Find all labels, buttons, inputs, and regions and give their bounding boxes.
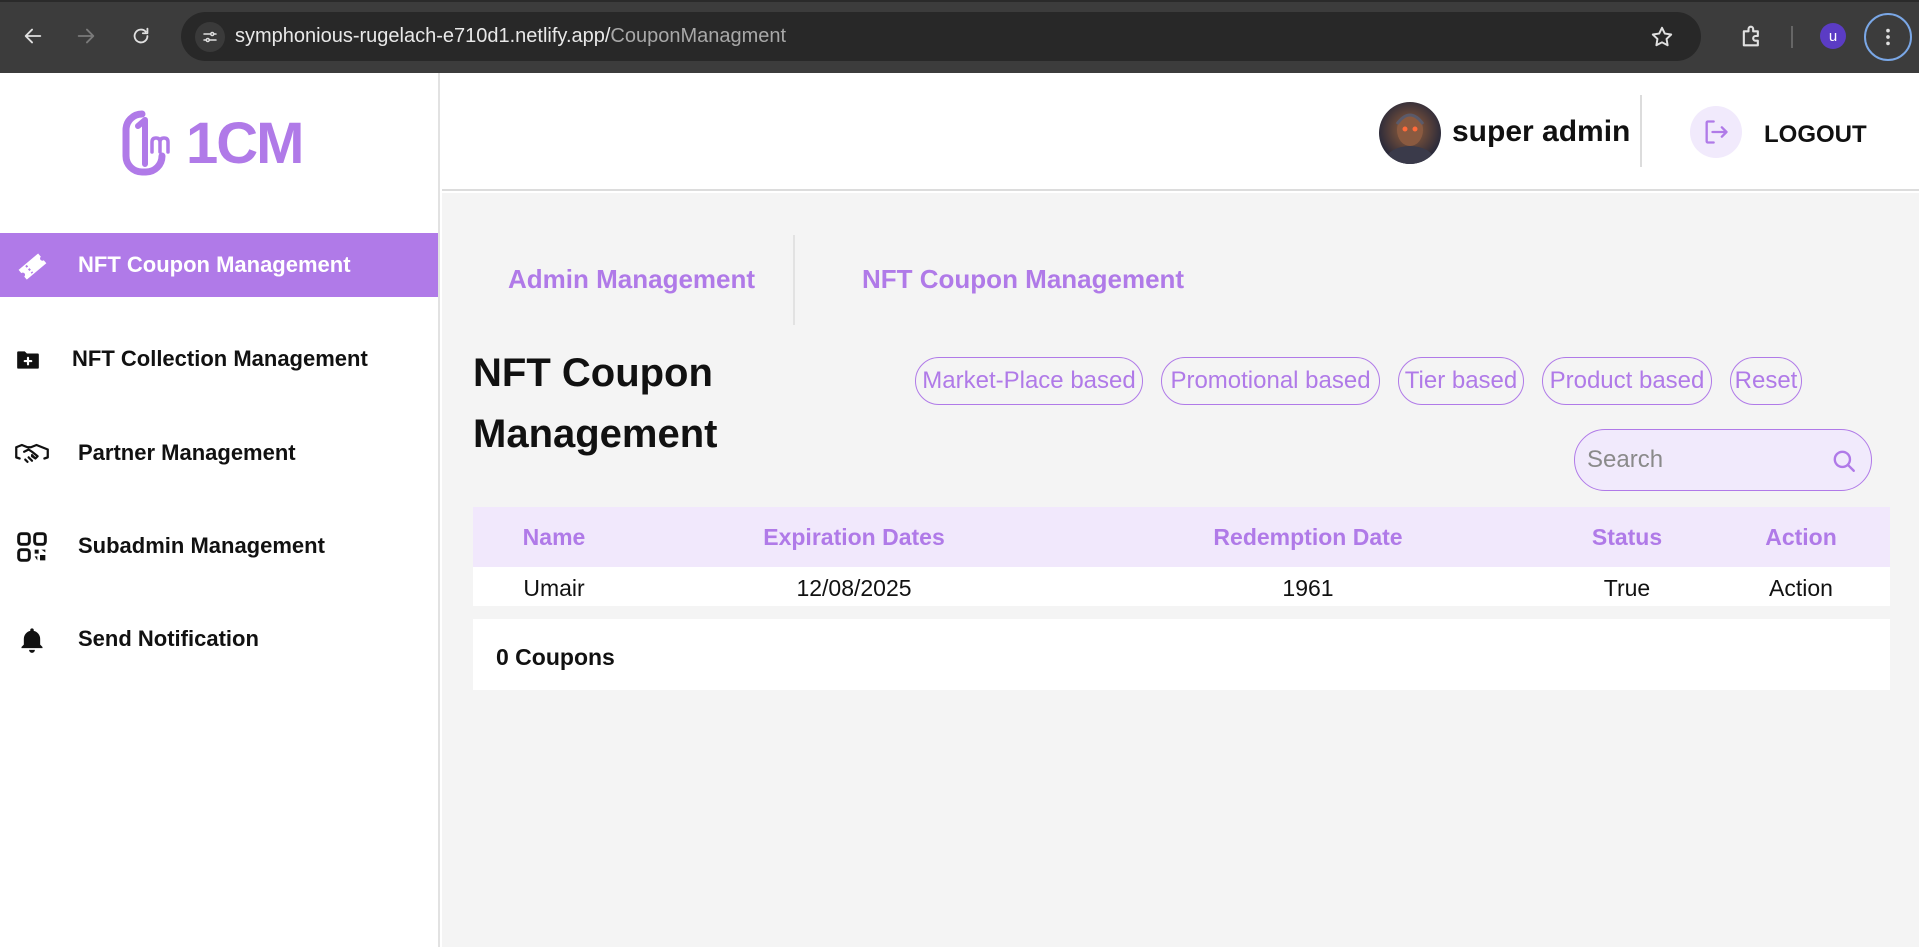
sidebar-item-nft-coupon-management[interactable]: NFT Coupon Management [0, 233, 438, 297]
toolbar-divider [1791, 26, 1793, 48]
search-icon[interactable] [1831, 448, 1857, 474]
column-header-action[interactable]: Action [1765, 524, 1837, 551]
tune-icon [203, 31, 217, 43]
profile-avatar[interactable]: u [1820, 23, 1846, 49]
sidebar-item-subadmin-management[interactable]: Subadmin Management [0, 514, 438, 578]
tab-divider [793, 235, 795, 325]
folder-plus-icon [10, 345, 46, 375]
sidebar-item-label: Subadmin Management [78, 533, 325, 558]
filter-tier-button[interactable]: Tier based [1398, 357, 1524, 405]
browser-toolbar: symphonious-rugelach-e710d1.netlify.app/… [0, 0, 1919, 73]
reload-icon [133, 27, 149, 44]
url-host: symphonious-rugelach-e710d1.netlify.app/ [235, 25, 611, 47]
filter-product-button[interactable]: Product based [1542, 357, 1712, 405]
site-info-button[interactable] [195, 22, 225, 52]
sidebar: 1CM NFT Coupon Management NFT Collection… [0, 73, 440, 947]
coupon-count: 0 Coupons [496, 644, 615, 670]
extensions-icon[interactable] [1738, 22, 1766, 50]
logo-text: 1CM [186, 110, 304, 176]
logout-icon[interactable] [1690, 106, 1742, 158]
forward-button[interactable] [70, 20, 102, 52]
sidebar-item-label: NFT Collection Management [72, 346, 368, 371]
cell-expiration-date: 12/08/2025 [796, 575, 912, 601]
tab-nft-coupon-management[interactable]: NFT Coupon Management [862, 264, 1184, 295]
handshake-icon [14, 439, 50, 469]
sidebar-item-label: NFT Coupon Management [78, 252, 351, 277]
column-header-expiration[interactable]: Expiration Dates [763, 524, 945, 551]
url-path: CouponManagment [610, 25, 787, 47]
filter-promotional-button[interactable]: Promotional based [1161, 357, 1380, 405]
sidebar-item-nft-collection-management[interactable]: NFT Collection Management [0, 327, 438, 391]
column-header-redemption[interactable]: Redemption Date [1213, 524, 1402, 551]
cell-action[interactable]: Action [1769, 575, 1833, 602]
filter-market-place-button[interactable]: Market-Place based [915, 357, 1143, 405]
search-input[interactable] [1587, 444, 1817, 476]
page-title: NFT Coupon Management [473, 351, 718, 456]
sidebar-item-label: Partner Management [78, 440, 296, 465]
table-row[interactable]: Umair 12/08/2025 1961 True Action [473, 567, 1890, 606]
header-divider [1640, 95, 1642, 167]
logo-mark-icon [122, 110, 170, 176]
ticket-icon [14, 251, 50, 281]
cell-status: True [1603, 575, 1651, 601]
arrow-left-icon [24, 28, 42, 44]
sidebar-item-send-notification[interactable]: Send Notification [0, 607, 438, 671]
tab-admin-management[interactable]: Admin Management [508, 264, 755, 295]
search-box [1574, 429, 1872, 491]
back-button[interactable] [17, 20, 49, 52]
tab-strip-edge [0, 0, 1919, 2]
column-header-name[interactable]: Name [523, 524, 586, 551]
main-content: Admin Management NFT Coupon Management N… [442, 193, 1919, 947]
app-logo[interactable]: 1CM [120, 107, 320, 179]
table-footer: 0 Coupons [473, 619, 1890, 690]
more-vert-icon [1886, 28, 1890, 46]
column-header-status[interactable]: Status [1592, 524, 1662, 551]
logout-button[interactable]: LOGOUT [1764, 121, 1867, 149]
address-bar[interactable]: symphonious-rugelach-e710d1.netlify.app/… [181, 12, 1701, 61]
sidebar-item-partner-management[interactable]: Partner Management [0, 421, 438, 485]
reload-button[interactable] [125, 20, 157, 52]
url-text: symphonious-rugelach-e710d1.netlify.app/… [235, 25, 786, 48]
top-header: super admin LOGOUT [442, 73, 1919, 191]
sidebar-item-label: Send Notification [78, 626, 259, 651]
bell-icon [14, 625, 50, 655]
table-header: Name Expiration Dates Redemption Date St… [473, 507, 1890, 567]
browser-menu-button[interactable] [1864, 13, 1912, 61]
reset-button[interactable]: Reset [1730, 357, 1802, 405]
qr-code-icon [14, 532, 50, 562]
cell-name: Umair [523, 575, 585, 601]
arrow-right-icon [77, 28, 95, 44]
cell-redemption-date: 1961 [1282, 575, 1334, 601]
user-avatar[interactable] [1379, 102, 1441, 164]
username: super admin [1452, 115, 1631, 148]
bookmark-star-icon[interactable] [1649, 24, 1675, 50]
